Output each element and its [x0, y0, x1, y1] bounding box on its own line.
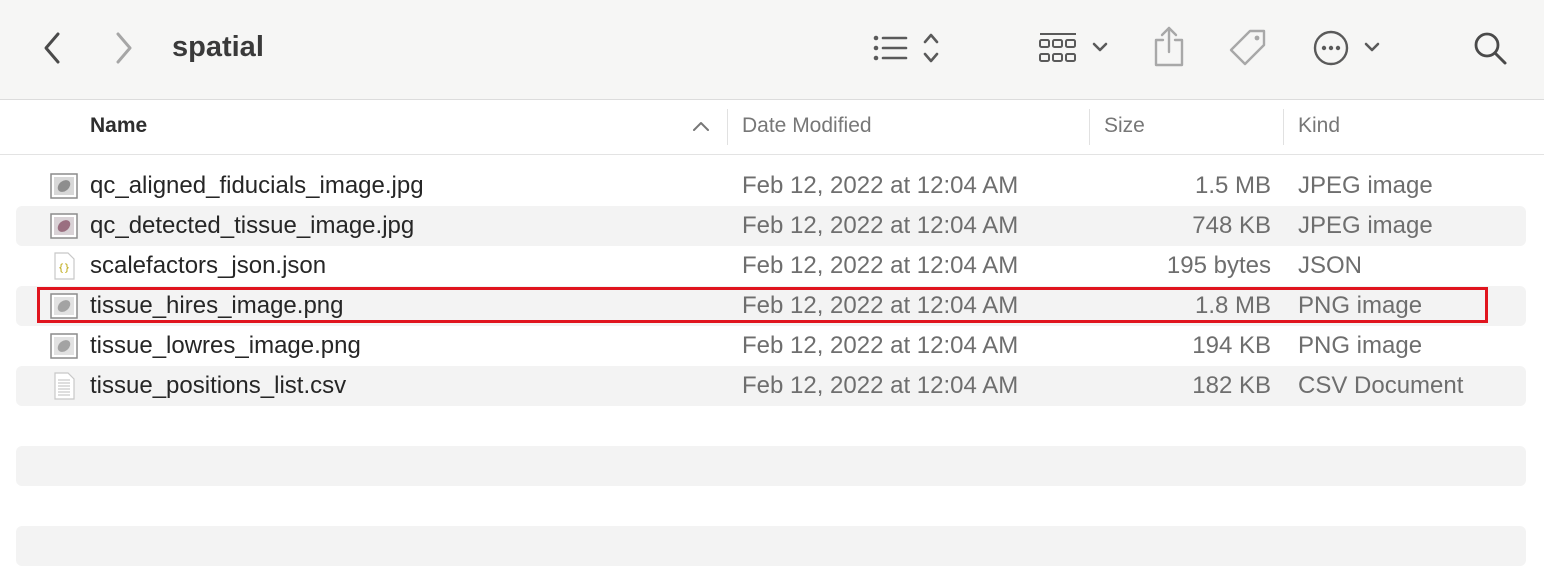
share-icon[interactable] — [1150, 24, 1188, 70]
file-size: 195 bytes — [1166, 252, 1271, 279]
column-divider[interactable] — [727, 109, 728, 145]
back-icon[interactable] — [36, 28, 68, 68]
file-row[interactable]: qc_detected_tissue_image.jpg Feb 12, 202… — [16, 206, 1526, 246]
tag-icon[interactable] — [1226, 26, 1270, 70]
more-icon[interactable] — [1310, 28, 1382, 68]
file-name: tissue_positions_list.csv — [90, 372, 347, 399]
column-kind-header[interactable]: Kind — [1298, 101, 1340, 155]
search-icon[interactable] — [1470, 28, 1510, 68]
column-divider[interactable] — [1283, 109, 1284, 145]
forward-icon[interactable] — [108, 28, 140, 68]
empty-row — [16, 526, 1526, 566]
image-file-icon — [50, 212, 78, 240]
file-size: 1.5 MB — [1194, 172, 1271, 199]
svg-text:{}: {} — [58, 263, 70, 274]
file-date: Feb 12, 2022 at 12:04 AM — [742, 212, 1019, 239]
column-name-header[interactable]: Name — [90, 101, 147, 155]
file-name: tissue_hires_image.png — [90, 292, 344, 319]
file-size: 1.8 MB — [1194, 292, 1271, 319]
image-file-icon — [50, 292, 78, 320]
image-file-icon — [50, 332, 78, 360]
sort-ascending-icon[interactable] — [692, 119, 710, 138]
file-row[interactable]: {} scalefactors_json.json Feb 12, 2022 a… — [16, 246, 1526, 286]
empty-row — [16, 446, 1526, 486]
file-list: qc_aligned_fiducials_image.jpg Feb 12, 2… — [0, 166, 1544, 406]
csv-file-icon — [50, 372, 78, 400]
file-date: Feb 12, 2022 at 12:04 AM — [742, 292, 1019, 319]
file-row[interactable]: tissue_lowres_image.png Feb 12, 2022 at … — [16, 326, 1526, 366]
window-title: spatial — [172, 31, 264, 63]
file-kind: JPEG image — [1298, 172, 1433, 199]
file-kind: PNG image — [1298, 292, 1423, 319]
file-date: Feb 12, 2022 at 12:04 AM — [742, 372, 1019, 399]
json-file-icon: {} — [50, 252, 78, 280]
file-row[interactable]: qc_aligned_fiducials_image.jpg Feb 12, 2… — [16, 166, 1526, 206]
file-kind: PNG image — [1298, 332, 1423, 359]
column-header: Name Date Modified Size Kind — [0, 101, 1544, 155]
file-row-selected[interactable]: tissue_hires_image.png Feb 12, 2022 at 1… — [16, 286, 1526, 326]
image-file-icon — [50, 172, 78, 200]
file-date: Feb 12, 2022 at 12:04 AM — [742, 252, 1019, 279]
column-date-header[interactable]: Date Modified — [742, 101, 872, 155]
grid-group-icon[interactable] — [1036, 28, 1112, 68]
file-date: Feb 12, 2022 at 12:04 AM — [742, 332, 1019, 359]
file-size: 748 KB — [1192, 212, 1271, 239]
list-view-icon[interactable] — [870, 30, 946, 66]
file-kind: JPEG image — [1298, 212, 1433, 239]
file-row[interactable]: tissue_positions_list.csv Feb 12, 2022 a… — [16, 366, 1526, 406]
column-size-header[interactable]: Size — [1104, 101, 1145, 155]
file-date: Feb 12, 2022 at 12:04 AM — [742, 172, 1019, 199]
file-kind: CSV Document — [1298, 372, 1464, 399]
file-kind: JSON — [1298, 252, 1363, 279]
toolbar: spatial — [0, 0, 1544, 100]
file-name: tissue_lowres_image.png — [90, 332, 361, 359]
file-name: scalefactors_json.json — [90, 252, 327, 279]
file-size: 182 KB — [1192, 372, 1271, 399]
file-name: qc_aligned_fiducials_image.jpg — [90, 172, 424, 199]
column-divider[interactable] — [1089, 109, 1090, 145]
file-name: qc_detected_tissue_image.jpg — [90, 212, 415, 239]
file-size: 194 KB — [1192, 332, 1271, 359]
